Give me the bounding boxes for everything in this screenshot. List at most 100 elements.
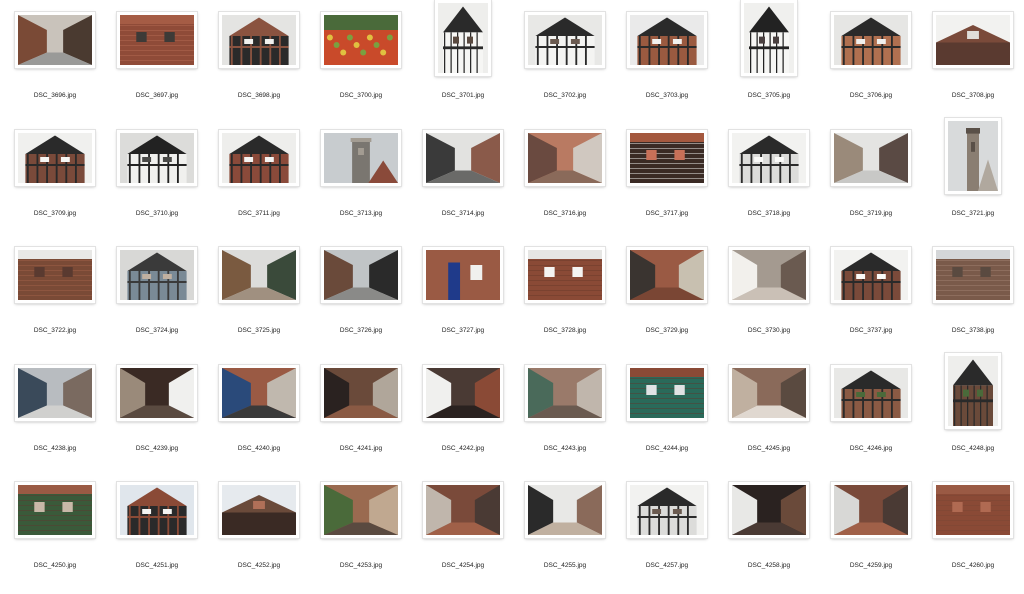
- photo-thumbnail[interactable]: [831, 247, 911, 303]
- photo-thumbnail[interactable]: [321, 365, 401, 421]
- photo-item[interactable]: DSC_4242.jpg: [412, 359, 514, 477]
- photo-thumbnail[interactable]: [627, 365, 707, 421]
- photo-thumbnail[interactable]: [831, 482, 911, 538]
- photo-item[interactable]: DSC_3727.jpg: [412, 241, 514, 359]
- photo-thumbnail[interactable]: [117, 365, 197, 421]
- photo-thumbnail[interactable]: [15, 12, 95, 68]
- photo-thumbnail[interactable]: [627, 482, 707, 538]
- photo-thumbnail[interactable]: [525, 365, 605, 421]
- photo-thumbnail[interactable]: [627, 130, 707, 186]
- photo-item[interactable]: DSC_3738.jpg: [922, 241, 1024, 359]
- photo-item[interactable]: DSC_3722.jpg: [4, 241, 106, 359]
- photo-item[interactable]: DSC_3711.jpg: [208, 124, 310, 242]
- photo-thumbnail[interactable]: [729, 482, 809, 538]
- photo-thumbnail[interactable]: [627, 247, 707, 303]
- photo-item[interactable]: DSC_4248.jpg: [922, 353, 1024, 477]
- photo-thumbnail[interactable]: [321, 130, 401, 186]
- photo-thumbnail[interactable]: [831, 130, 911, 186]
- photo-thumbnail[interactable]: [933, 482, 1013, 538]
- photo-thumbnail[interactable]: [423, 482, 503, 538]
- photo-item[interactable]: DSC_3726.jpg: [310, 241, 412, 359]
- photo-item[interactable]: DSC_3724.jpg: [106, 241, 208, 359]
- photo-item[interactable]: DSC_4244.jpg: [616, 359, 718, 477]
- photo-item[interactable]: DSC_4252.jpg: [208, 476, 310, 594]
- photo-thumbnail[interactable]: [321, 247, 401, 303]
- photo-item[interactable]: DSC_3730.jpg: [718, 241, 820, 359]
- photo-item[interactable]: DSC_3717.jpg: [616, 124, 718, 242]
- photo-item[interactable]: DSC_3706.jpg: [820, 6, 922, 124]
- photo-thumbnail[interactable]: [219, 482, 299, 538]
- photo-item[interactable]: DSC_3702.jpg: [514, 6, 616, 124]
- photo-thumbnail[interactable]: [831, 12, 911, 68]
- photo-item[interactable]: DSC_3725.jpg: [208, 241, 310, 359]
- photo-item[interactable]: DSC_4260.jpg: [922, 476, 1024, 594]
- photo-item[interactable]: DSC_4245.jpg: [718, 359, 820, 477]
- photo-item[interactable]: DSC_4238.jpg: [4, 359, 106, 477]
- photo-thumbnail[interactable]: [321, 482, 401, 538]
- photo-item[interactable]: DSC_4240.jpg: [208, 359, 310, 477]
- photo-item[interactable]: DSC_4259.jpg: [820, 476, 922, 594]
- photo-thumbnail[interactable]: [729, 130, 809, 186]
- photo-item[interactable]: DSC_4243.jpg: [514, 359, 616, 477]
- photo-item[interactable]: DSC_3697.jpg: [106, 6, 208, 124]
- photo-item[interactable]: DSC_4257.jpg: [616, 476, 718, 594]
- photo-item[interactable]: DSC_3737.jpg: [820, 241, 922, 359]
- photo-item[interactable]: DSC_3719.jpg: [820, 124, 922, 242]
- photo-item[interactable]: DSC_4251.jpg: [106, 476, 208, 594]
- photo-item[interactable]: DSC_4255.jpg: [514, 476, 616, 594]
- photo-thumbnail[interactable]: [945, 118, 1001, 194]
- photo-item[interactable]: DSC_3700.jpg: [310, 6, 412, 124]
- photo-thumbnail[interactable]: [117, 482, 197, 538]
- photo-item[interactable]: DSC_3721.jpg: [922, 118, 1024, 242]
- photo-thumbnail[interactable]: [423, 247, 503, 303]
- photo-item[interactable]: DSC_3710.jpg: [106, 124, 208, 242]
- photo-thumbnail[interactable]: [15, 130, 95, 186]
- photo-thumbnail[interactable]: [219, 365, 299, 421]
- photo-item[interactable]: DSC_4241.jpg: [310, 359, 412, 477]
- photo-item[interactable]: DSC_3728.jpg: [514, 241, 616, 359]
- photo-item[interactable]: DSC_4254.jpg: [412, 476, 514, 594]
- photo-thumbnail[interactable]: [219, 12, 299, 68]
- photo-item[interactable]: DSC_4250.jpg: [4, 476, 106, 594]
- photo-item[interactable]: DSC_3705.jpg: [718, 0, 820, 124]
- photo-thumbnail[interactable]: [525, 12, 605, 68]
- photo-thumbnail[interactable]: [831, 365, 911, 421]
- photo-thumbnail[interactable]: [117, 130, 197, 186]
- photo-item[interactable]: DSC_4258.jpg: [718, 476, 820, 594]
- photo-thumbnail[interactable]: [423, 130, 503, 186]
- photo-item[interactable]: DSC_3729.jpg: [616, 241, 718, 359]
- photo-item[interactable]: DSC_3713.jpg: [310, 124, 412, 242]
- photo-item[interactable]: DSC_3701.jpg: [412, 0, 514, 124]
- photo-thumbnail[interactable]: [729, 365, 809, 421]
- photo-item[interactable]: DSC_3696.jpg: [4, 6, 106, 124]
- photo-item[interactable]: DSC_3708.jpg: [922, 6, 1024, 124]
- photo-thumbnail[interactable]: [933, 247, 1013, 303]
- photo-thumbnail[interactable]: [741, 0, 797, 76]
- photo-thumbnail[interactable]: [933, 12, 1013, 68]
- photo-thumbnail[interactable]: [729, 247, 809, 303]
- photo-item[interactable]: DSC_4253.jpg: [310, 476, 412, 594]
- photo-thumbnail[interactable]: [525, 247, 605, 303]
- photo-thumbnail[interactable]: [219, 130, 299, 186]
- photo-thumbnail[interactable]: [117, 12, 197, 68]
- photo-item[interactable]: DSC_3698.jpg: [208, 6, 310, 124]
- photo-thumbnail[interactable]: [423, 365, 503, 421]
- photo-thumbnail[interactable]: [15, 482, 95, 538]
- photo-item[interactable]: DSC_3703.jpg: [616, 6, 718, 124]
- photo-thumbnail[interactable]: [117, 247, 197, 303]
- photo-thumbnail[interactable]: [219, 247, 299, 303]
- photo-item[interactable]: DSC_3714.jpg: [412, 124, 514, 242]
- photo-thumbnail[interactable]: [525, 130, 605, 186]
- photo-thumbnail[interactable]: [627, 12, 707, 68]
- photo-thumbnail[interactable]: [321, 12, 401, 68]
- photo-item[interactable]: DSC_3716.jpg: [514, 124, 616, 242]
- photo-item[interactable]: DSC_4246.jpg: [820, 359, 922, 477]
- photo-item[interactable]: DSC_3718.jpg: [718, 124, 820, 242]
- photo-thumbnail[interactable]: [945, 353, 1001, 429]
- photo-thumbnail[interactable]: [15, 365, 95, 421]
- photo-thumbnail[interactable]: [525, 482, 605, 538]
- photo-thumbnail[interactable]: [435, 0, 491, 76]
- photo-thumbnail[interactable]: [15, 247, 95, 303]
- photo-item[interactable]: DSC_4239.jpg: [106, 359, 208, 477]
- photo-item[interactable]: DSC_3709.jpg: [4, 124, 106, 242]
